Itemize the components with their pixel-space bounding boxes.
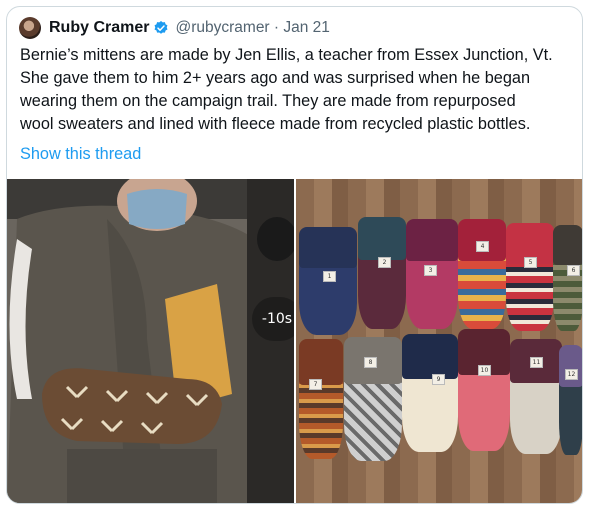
tweet-text: Bernie’s mittens are made by Jen Ellis, … bbox=[20, 44, 575, 136]
author-name[interactable]: Ruby Cramer bbox=[49, 19, 149, 37]
mitten-5: 5 bbox=[506, 223, 554, 331]
mitten-tag: 4 bbox=[476, 241, 489, 252]
mitten-tag: 12 bbox=[565, 369, 578, 380]
mitten-tag: 11 bbox=[530, 357, 543, 368]
mitten-10: 10 bbox=[458, 329, 510, 451]
mittens-photo[interactable]: 1 2 3 4 5 6 7 8 9 10 11 12 bbox=[296, 179, 582, 503]
tweet-text-line: She gave them to him 2+ years ago and wa… bbox=[20, 69, 531, 87]
mitten-8: 8 bbox=[344, 337, 402, 461]
mitten-11: 11 bbox=[510, 339, 562, 454]
mitten-tag: 3 bbox=[424, 265, 437, 276]
tweet-text-line: wool sweaters and lined with fleece made… bbox=[20, 115, 531, 133]
media-grid: -10s 1 2 3 4 5 6 7 8 9 10 11 12 bbox=[7, 179, 582, 503]
mitten-tag: 1 bbox=[323, 271, 336, 282]
avatar[interactable] bbox=[19, 17, 41, 39]
mitten-tag: 5 bbox=[524, 257, 537, 268]
mitten-4: 4 bbox=[458, 219, 506, 329]
video-timer: -10s bbox=[252, 297, 294, 341]
mitten-9: 9 bbox=[402, 334, 458, 452]
tweet-text-line: Bernie’s mittens are made by Jen Ellis, … bbox=[20, 46, 553, 64]
mitten-6: 6 bbox=[553, 225, 582, 331]
mitten-7: 7 bbox=[299, 339, 343, 459]
mitten-tag: 7 bbox=[309, 379, 322, 390]
mitten-tag: 8 bbox=[364, 357, 377, 368]
bernie-photo bbox=[7, 179, 294, 503]
mitten-2: 2 bbox=[358, 217, 406, 329]
mitten-tag: 6 bbox=[567, 265, 580, 276]
mitten-1: 1 bbox=[299, 227, 357, 335]
show-thread-link[interactable]: Show this thread bbox=[20, 145, 141, 164]
handle-and-date[interactable]: @rubycramer · Jan 21 bbox=[175, 19, 329, 37]
mitten-tag: 10 bbox=[478, 365, 491, 376]
tweet-text-line: wearing them on the campaign trail. They… bbox=[20, 92, 516, 110]
mitten-tag: 2 bbox=[378, 257, 391, 268]
mitten-3: 3 bbox=[406, 219, 458, 329]
tweet-header: Ruby Cramer @rubycramer · Jan 21 bbox=[19, 16, 330, 40]
verified-badge-icon bbox=[155, 21, 168, 34]
mitten-tag: 9 bbox=[432, 374, 445, 385]
mitten-12: 12 bbox=[559, 345, 582, 455]
video-thumbnail[interactable]: -10s bbox=[7, 179, 294, 503]
tweet-card[interactable]: Ruby Cramer @rubycramer · Jan 21 Bernie’… bbox=[6, 6, 583, 504]
